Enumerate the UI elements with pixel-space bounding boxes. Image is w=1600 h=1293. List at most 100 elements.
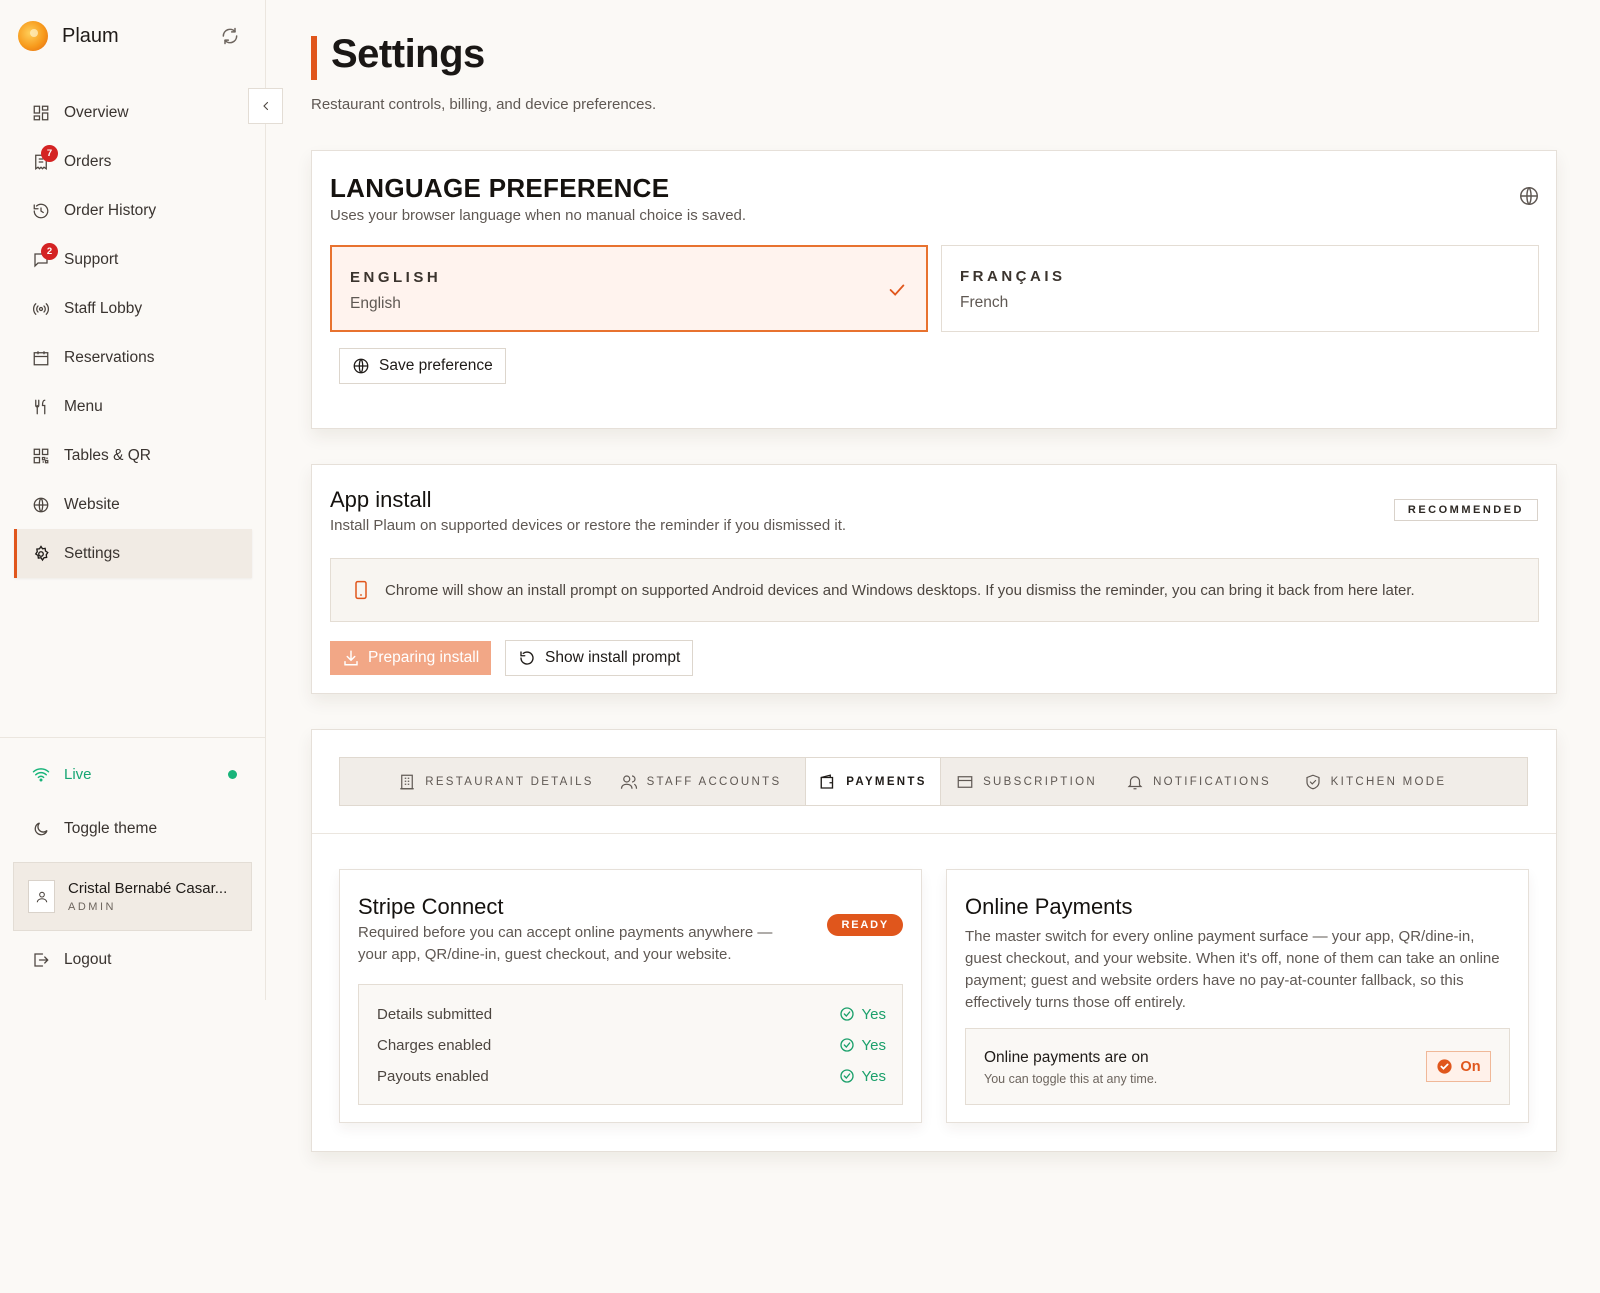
- install-subtitle: Install Plaum on supported devices or re…: [330, 517, 847, 534]
- tab-subscription[interactable]: SUBSCRIPTION: [941, 758, 1112, 805]
- stripe-connect-card: Stripe Connect Required before you can a…: [339, 869, 922, 1123]
- stripe-title: Stripe Connect: [358, 894, 504, 919]
- brand[interactable]: Plaum: [18, 20, 119, 52]
- check-circle-icon: [839, 1068, 855, 1084]
- tab-staff-accounts[interactable]: STAFF ACCOUNTS: [602, 758, 799, 805]
- phone-icon: [351, 580, 371, 600]
- status-row: Payouts enabled Yes: [377, 1064, 886, 1088]
- toggle-label: On: [1460, 1058, 1481, 1075]
- tab-payments[interactable]: PAYMENTS: [805, 758, 941, 805]
- user-role: ADMIN: [68, 901, 116, 913]
- tab-label: RESTAURANT DETAILS: [425, 775, 594, 788]
- page-subtitle: Restaurant controls, billing, and device…: [311, 96, 657, 113]
- sidebar-item-label: Orders: [64, 152, 112, 170]
- status-label: Payouts enabled: [377, 1067, 489, 1085]
- check-icon: [886, 279, 908, 301]
- shield-icon: [1304, 773, 1322, 791]
- sidebar-item-support[interactable]: 2 Support: [14, 235, 252, 284]
- check-circle-icon: [839, 1006, 855, 1022]
- wifi-icon: [32, 765, 50, 783]
- recommended-badge: RECOMMENDED: [1393, 499, 1538, 521]
- sidebar-item-order-history[interactable]: Order History: [14, 186, 252, 235]
- utensils-icon: [32, 398, 50, 416]
- check-circle-icon: [839, 1037, 855, 1053]
- tab-kitchen-mode[interactable]: KITCHEN MODE: [1285, 758, 1465, 805]
- online-payments-status-title: Online payments are on: [984, 1049, 1149, 1066]
- sidebar-item-settings[interactable]: Settings: [14, 529, 252, 578]
- sidebar-item-staff-lobby[interactable]: Staff Lobby: [14, 284, 252, 333]
- globe-icon: [352, 357, 370, 375]
- collapse-sidebar-button[interactable]: [248, 88, 283, 124]
- status-value: Yes: [839, 1037, 886, 1054]
- language-option-sub: English: [350, 295, 401, 312]
- gear-icon: [32, 544, 50, 563]
- qr-icon: [32, 447, 50, 465]
- show-install-prompt-button[interactable]: Show install prompt: [505, 640, 694, 676]
- calendar-icon: [32, 349, 50, 367]
- orders-count-badge: 7: [41, 144, 58, 162]
- online-payments-toggle-row: Online payments are on You can toggle th…: [965, 1028, 1510, 1105]
- logout-icon: [32, 951, 50, 969]
- tab-label: SUBSCRIPTION: [983, 775, 1097, 788]
- online-payments-card: Online Payments The master switch for ev…: [946, 869, 1529, 1123]
- live-label: Live: [64, 765, 92, 783]
- status-value: Yes: [839, 1006, 886, 1023]
- rotate-ccw-icon: [518, 649, 536, 667]
- status-row: Details submitted Yes: [377, 1002, 886, 1026]
- chat-icon: 2: [32, 242, 58, 269]
- toggle-theme-button[interactable]: Toggle theme: [32, 820, 157, 838]
- preparing-install-button[interactable]: Preparing install: [330, 641, 492, 675]
- download-icon: [342, 649, 360, 667]
- language-preference-card: LANGUAGE PREFERENCE Uses your browser la…: [311, 150, 1557, 429]
- chevron-left-icon: [260, 100, 272, 112]
- status-label: Charges enabled: [377, 1036, 492, 1054]
- logout-button[interactable]: Logout: [32, 951, 111, 969]
- sidebar-item-menu[interactable]: Menu: [14, 382, 252, 431]
- sidebar-item-label: Tables & QR: [64, 446, 152, 464]
- online-payments-description: The master switch for every online payme…: [965, 928, 1500, 1011]
- tab-label: PAYMENTS: [846, 775, 927, 788]
- live-status: Live: [32, 765, 237, 783]
- sidebar-item-overview[interactable]: Overview: [14, 88, 252, 137]
- refresh-icon[interactable]: [220, 26, 240, 46]
- page-title: Settings: [331, 32, 485, 76]
- sidebar-divider: [0, 737, 266, 738]
- plaum-logo: [18, 21, 48, 51]
- language-option-name: ENGLISH: [350, 269, 442, 286]
- preparing-install-label: Preparing install: [368, 649, 480, 666]
- live-indicator-dot: [228, 769, 237, 779]
- status-value: Yes: [839, 1068, 886, 1085]
- status-label: Details submitted: [377, 1005, 493, 1023]
- language-option-english[interactable]: ENGLISH English: [330, 245, 928, 332]
- title-accent-bar: [311, 36, 317, 80]
- moon-icon: [32, 820, 50, 838]
- tab-restaurant-details[interactable]: RESTAURANT DETAILS: [390, 758, 602, 805]
- sidebar-item-orders[interactable]: 7 Orders: [14, 137, 252, 186]
- sidebar-item-tables-qr[interactable]: Tables & QR: [14, 431, 252, 480]
- online-payments-title: Online Payments: [965, 894, 1133, 919]
- language-option-french[interactable]: FRANÇAIS French: [941, 245, 1539, 332]
- tabs-divider: [312, 833, 1556, 834]
- save-preference-button[interactable]: Save preference: [339, 348, 506, 384]
- sidebar-item-label: Website: [64, 495, 120, 513]
- sidebar-item-website[interactable]: Website: [14, 480, 252, 529]
- globe-icon: [32, 496, 50, 514]
- sidebar-nav: Overview 7 Orders Order History 2 Suppor…: [14, 88, 252, 578]
- language-subtitle: Uses your browser language when no manua…: [330, 207, 747, 224]
- ready-badge: READY: [827, 914, 903, 936]
- status-value-text: Yes: [861, 1005, 886, 1023]
- user-name: Cristal Bernabé Casar...: [68, 880, 228, 897]
- bell-icon: [1126, 773, 1144, 791]
- user-profile-card[interactable]: Cristal Bernabé Casar... ADMIN: [13, 862, 252, 931]
- sidebar-item-reservations[interactable]: Reservations: [14, 333, 252, 382]
- history-icon: [32, 202, 50, 220]
- online-payments-toggle[interactable]: On: [1426, 1051, 1491, 1082]
- language-option-sub: French: [960, 294, 1009, 311]
- status-value-text: Yes: [861, 1067, 886, 1085]
- receipt-icon: 7: [32, 144, 58, 171]
- install-info-text: Chrome will show an install prompt on su…: [385, 581, 1415, 599]
- install-title: App install: [330, 487, 432, 512]
- tab-label: KITCHEN MODE: [1330, 775, 1447, 788]
- sidebar-item-label: Reservations: [64, 348, 155, 366]
- tab-notifications[interactable]: NOTIFICATIONS: [1112, 758, 1285, 805]
